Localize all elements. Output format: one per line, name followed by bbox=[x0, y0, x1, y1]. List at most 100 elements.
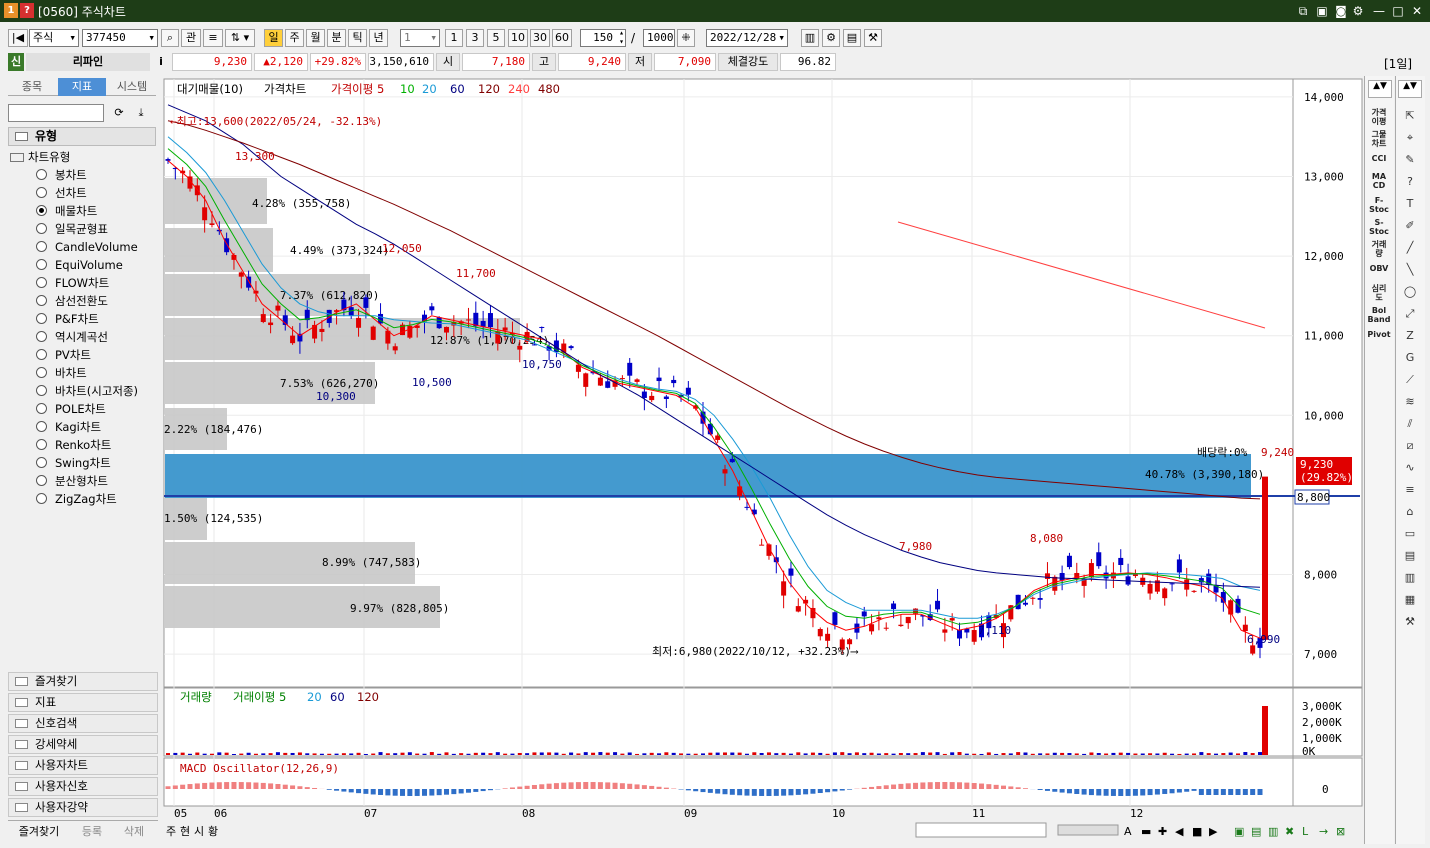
scrollbar[interactable] bbox=[915, 822, 1047, 838]
period-week[interactable]: 주 bbox=[285, 29, 304, 47]
kwan-button[interactable]: 관 bbox=[181, 29, 201, 47]
view-icon[interactable]: ▣ bbox=[1234, 825, 1244, 838]
search-input[interactable] bbox=[8, 104, 104, 122]
indicator-button[interactable]: Bol Band bbox=[1366, 306, 1392, 324]
chart-type-radio[interactable]: 역시계곡선 bbox=[36, 328, 108, 346]
updown-icon[interactable]: ⇅ ▾ bbox=[225, 29, 255, 47]
indicator-button[interactable]: 거래 량 bbox=[1366, 240, 1392, 258]
draw-tool-icon[interactable]: ≋ bbox=[1398, 392, 1422, 412]
draw-tool-icon[interactable]: ⌂ bbox=[1398, 502, 1422, 522]
indicator-button[interactable]: 그물 차트 bbox=[1366, 130, 1392, 148]
view-icon[interactable]: ▤ bbox=[1251, 825, 1261, 838]
tab-indicator[interactable]: 지표 bbox=[58, 78, 106, 96]
chart-type-radio[interactable]: 일목균형표 bbox=[36, 220, 108, 238]
nav-icon[interactable]: A bbox=[1124, 825, 1132, 838]
draw-tool-icon[interactable]: Z bbox=[1398, 326, 1422, 346]
interval-30[interactable]: 30 bbox=[530, 29, 550, 47]
chart-type-radio[interactable]: 봉차트 bbox=[36, 166, 87, 184]
draw-tool-icon[interactable]: ◯ bbox=[1398, 282, 1422, 302]
section-5[interactable]: 사용자신호 bbox=[8, 777, 158, 796]
nav-icon[interactable]: ✚ bbox=[1158, 825, 1167, 838]
draw-tool-icon[interactable]: ∿ bbox=[1398, 458, 1422, 478]
chart-type-radio[interactable]: POLE차트 bbox=[36, 400, 106, 418]
date-input[interactable]: 2022/12/28 ▾ bbox=[706, 29, 788, 47]
tab-stock[interactable]: 종목 bbox=[8, 78, 56, 96]
draw-tool-icon[interactable]: ▦ bbox=[1398, 590, 1422, 610]
chart-type-radio[interactable]: CandleVolume bbox=[36, 238, 138, 256]
settings-icon[interactable]: ⚙ bbox=[822, 29, 840, 47]
section-6[interactable]: 사용자강약 bbox=[8, 798, 158, 817]
draw-tool-icon[interactable]: T bbox=[1398, 194, 1422, 214]
view-icon[interactable]: ▥ bbox=[1268, 825, 1278, 838]
camera-icon[interactable]: ◙ bbox=[1332, 2, 1350, 20]
draw-tool-icon[interactable]: ▥ bbox=[1398, 568, 1422, 588]
indicator-button[interactable]: OBV bbox=[1366, 264, 1392, 273]
zoom-slider[interactable] bbox=[1057, 824, 1119, 836]
chart-icon[interactable]: ▥ bbox=[801, 29, 819, 47]
interval-5[interactable]: 5 bbox=[487, 29, 505, 47]
period-tick[interactable]: 틱 bbox=[348, 29, 367, 47]
market-select[interactable]: 주식 ▾ bbox=[29, 29, 79, 47]
total-input[interactable]: 1000 bbox=[643, 29, 675, 47]
draw-tool-icon[interactable]: ⟋ bbox=[1398, 370, 1422, 390]
interval-60[interactable]: 60 bbox=[552, 29, 572, 47]
scroll-arrow-icon[interactable]: ▲▼ bbox=[1398, 80, 1422, 98]
tab-favorites[interactable]: 즐겨찾기 bbox=[8, 823, 70, 839]
view-icon[interactable]: ⊠ bbox=[1336, 825, 1345, 838]
period-year[interactable]: 년 bbox=[369, 29, 388, 47]
section-4[interactable]: 사용자차트 bbox=[8, 756, 158, 775]
search-icon[interactable]: ⌕ bbox=[161, 29, 179, 47]
indicator-button[interactable]: 심리 도 bbox=[1366, 284, 1392, 302]
draw-tool-icon[interactable]: ✐ bbox=[1398, 216, 1422, 236]
indicator-button[interactable]: 가격 이평 bbox=[1366, 108, 1392, 126]
category-header[interactable]: 유형 bbox=[8, 127, 156, 146]
draw-tool-icon[interactable]: ? bbox=[1398, 172, 1422, 192]
grid-icon[interactable]: ⁜ bbox=[677, 29, 695, 47]
chart-type-radio[interactable]: 매물차트 bbox=[36, 202, 97, 220]
draw-tool-icon[interactable]: ▤ bbox=[1398, 546, 1422, 566]
chart-type-radio[interactable]: 선차트 bbox=[36, 184, 87, 202]
section-0[interactable]: 즐겨찾기 bbox=[8, 672, 158, 691]
draw-tool-icon[interactable]: ╱ bbox=[1398, 238, 1422, 258]
view-icon[interactable]: → bbox=[1319, 825, 1328, 838]
draw-tool-icon[interactable]: ▭ bbox=[1398, 524, 1422, 544]
indicator-button[interactable]: CCI bbox=[1366, 154, 1392, 163]
stack-icon[interactable]: ≡ bbox=[203, 29, 223, 47]
view-icon[interactable]: ✖ bbox=[1285, 825, 1294, 838]
view-icon[interactable]: L bbox=[1302, 825, 1309, 838]
interval-select[interactable]: 1 ▾ bbox=[400, 29, 440, 47]
indicator-button[interactable]: Pivot bbox=[1366, 330, 1392, 339]
bottom-tab[interactable]: 현 bbox=[180, 825, 190, 838]
draw-tool-icon[interactable]: ⌖ bbox=[1398, 128, 1422, 148]
gear-icon[interactable]: ⚙ bbox=[1349, 2, 1367, 20]
code-input[interactable]: 377450 ▾ bbox=[82, 29, 158, 47]
nav-icon[interactable]: ▬ bbox=[1141, 825, 1151, 838]
chart-type-radio[interactable]: 바차트(시고저종) bbox=[36, 382, 138, 400]
chart-type-radio[interactable]: Swing차트 bbox=[36, 454, 111, 472]
register-button[interactable]: 등록 bbox=[72, 823, 112, 839]
info-icon[interactable]: i bbox=[154, 53, 168, 71]
download-icon[interactable]: ⤓ bbox=[132, 104, 150, 122]
draw-tool-icon[interactable]: ╲ bbox=[1398, 260, 1422, 280]
indicator-button[interactable]: MA CD bbox=[1366, 172, 1392, 190]
tree-root[interactable]: 차트유형 bbox=[10, 148, 70, 166]
bottom-tab[interactable]: 시 bbox=[194, 825, 204, 838]
copy-icon[interactable]: ▣ bbox=[1313, 2, 1331, 20]
chart-type-radio[interactable]: ZigZag차트 bbox=[36, 490, 117, 508]
section-1[interactable]: 지표 bbox=[8, 693, 158, 712]
draw-tool-icon[interactable]: ⇱ bbox=[1398, 106, 1422, 126]
close-icon[interactable]: ✕ bbox=[1408, 2, 1426, 20]
period-day[interactable]: 일 bbox=[264, 29, 283, 47]
chart-area[interactable]: 14,000 13,000 12,000 11,000 10,000 8,000 7,000… bbox=[160, 76, 1365, 844]
refresh-icon[interactable]: ⟳ bbox=[110, 104, 128, 122]
interval-1[interactable]: 1 bbox=[445, 29, 463, 47]
nav-icon[interactable]: ◀ bbox=[1175, 825, 1184, 838]
chart-type-radio[interactable]: FLOW차트 bbox=[36, 274, 109, 292]
draw-tool-icon[interactable]: ⧄ bbox=[1398, 436, 1422, 456]
draw-tool-icon[interactable]: ✎ bbox=[1398, 150, 1422, 170]
chart-type-radio[interactable]: 바차트 bbox=[36, 364, 87, 382]
indicator-button[interactable]: S- Stoc bbox=[1366, 218, 1392, 236]
nav-icon[interactable]: ▶ bbox=[1209, 825, 1218, 838]
minimize-icon[interactable]: — bbox=[1370, 2, 1388, 20]
period-month[interactable]: 월 bbox=[306, 29, 325, 47]
